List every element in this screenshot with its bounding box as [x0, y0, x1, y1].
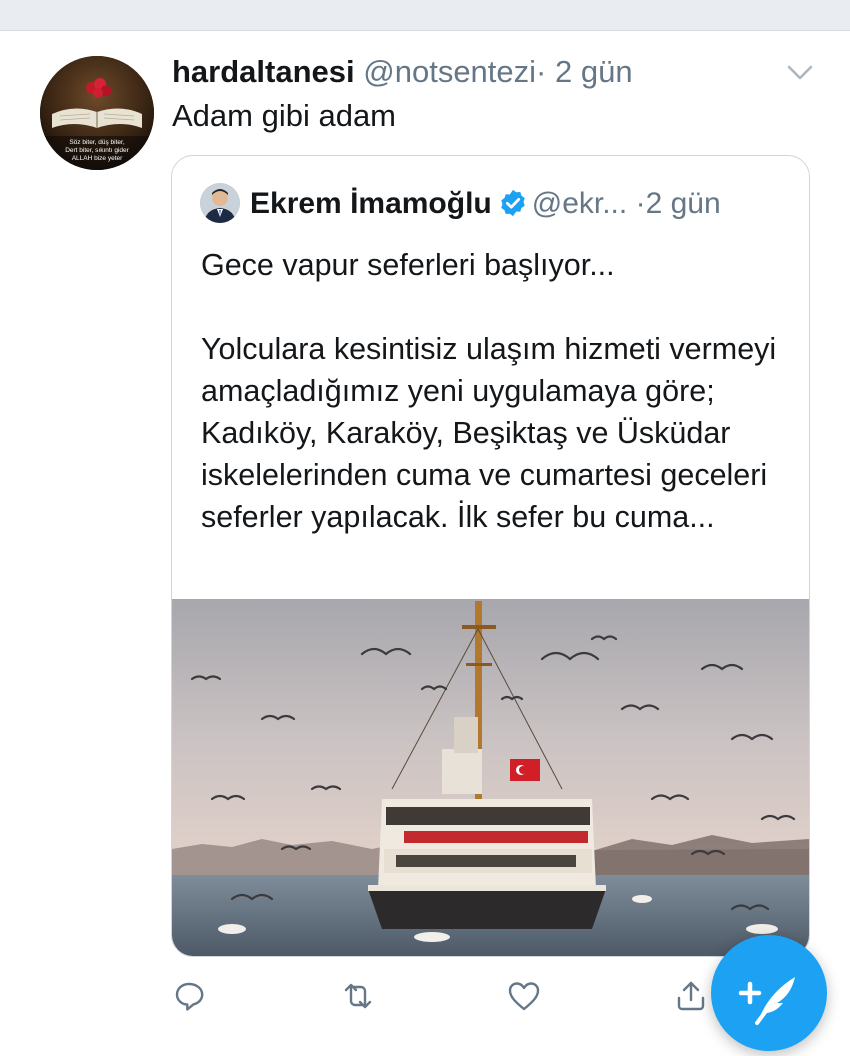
quoted-tweet-media-image[interactable] — [172, 599, 809, 956]
compose-tweet-button[interactable] — [711, 935, 827, 1051]
tweet-header: hardaltanesi @notsentezi· 2 gün — [172, 52, 633, 92]
author-handle[interactable]: @notsentezi — [363, 54, 536, 89]
avatar-caption-line3: ALLAH bize yeter — [72, 155, 123, 162]
avatar-image: Söz biter, düş biter, Dert biter, sıkınt… — [40, 56, 154, 170]
quoted-tweet-text: Gece vapur seferleri başlıyor... Yolcula… — [201, 248, 777, 534]
retweet-icon[interactable] — [340, 978, 376, 1014]
quoted-author-handle[interactable]: @ekr... — [532, 187, 627, 220]
quoted-tweet-timestamp[interactable]: ·2 gün — [636, 187, 721, 220]
author-name[interactable]: hardaltanesi — [172, 54, 355, 89]
share-icon[interactable] — [673, 978, 709, 1014]
author-avatar[interactable]: Söz biter, düş biter, Dert biter, sıkınt… — [40, 56, 154, 170]
ferry-photo — [172, 599, 809, 956]
top-separator-band — [0, 0, 850, 31]
compose-feather-icon — [738, 977, 795, 1025]
quoted-author-name[interactable]: Ekrem İmamoğlu — [250, 187, 492, 220]
tweet-options-chevron-icon[interactable] — [785, 60, 815, 84]
reply-icon[interactable] — [171, 978, 207, 1014]
like-icon[interactable] — [506, 978, 542, 1014]
tweet-text: Adam gibi adam — [172, 98, 397, 133]
avatar-caption-line2: Dert biter, sıkıntı gider — [65, 147, 129, 154]
header-separator: · — [536, 54, 547, 89]
quoted-author-avatar[interactable] — [200, 183, 240, 223]
verified-check-icon — [501, 189, 525, 217]
quoted-tweet-card[interactable]: Ekrem İmamoğlu @ekr... ·2 gün Gece vapur … — [171, 155, 810, 957]
quoted-tweet-header: Ekrem İmamoğlu @ekr... ·2 gün — [250, 184, 721, 224]
quoted-avatar-image — [200, 183, 240, 223]
tweet-timestamp[interactable]: 2 gün — [555, 54, 633, 89]
avatar-caption-line1: Söz biter, düş biter, — [69, 139, 124, 146]
